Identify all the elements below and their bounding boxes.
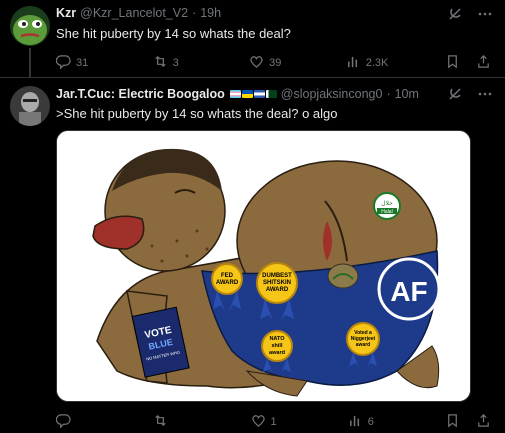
- repost-count: 3: [172, 57, 179, 69]
- display-name[interactable]: Jar.T.Cuc: Electric Boogaloo: [56, 87, 225, 101]
- svg-text:DUMBEST: DUMBEST: [262, 273, 292, 279]
- like-icon: [249, 54, 264, 72]
- avatar[interactable]: [10, 6, 50, 46]
- separator: ·: [386, 87, 391, 101]
- separator: ·: [192, 6, 197, 20]
- svg-text:Halal: Halal: [381, 209, 392, 215]
- like-icon: [251, 413, 266, 431]
- flag-ukraine-icon: [241, 90, 253, 98]
- handle[interactable]: @Kzr_Lancelot_V2: [80, 6, 188, 20]
- handle[interactable]: @slopjaksincong0: [281, 87, 383, 101]
- tweet-media-image[interactable]: VOTE BLUE NO MATTER WHO حلال Halal AF FE…: [56, 130, 471, 402]
- svg-text:NATO: NATO: [269, 336, 285, 342]
- like-count: 39: [269, 57, 282, 69]
- reply-icon: [55, 54, 71, 72]
- repost-button[interactable]: 3: [153, 54, 193, 72]
- views-icon: [346, 54, 361, 72]
- svg-text:award: award: [269, 350, 285, 356]
- af-logo: AF: [377, 257, 441, 321]
- action-bar: 31 3 39 2.3K: [55, 54, 491, 72]
- bookmark-icon[interactable]: [445, 54, 460, 72]
- halal-badge: حلال Halal: [373, 192, 401, 220]
- tweet-1[interactable]: Kzr @Kzr_Lancelot_V2 · 19h She hit puber…: [0, 0, 505, 78]
- grok-icon[interactable]: [447, 86, 463, 107]
- grok-icon[interactable]: [447, 6, 463, 27]
- svg-text:حلال: حلال: [381, 200, 393, 207]
- views-count: 6: [367, 416, 374, 428]
- repost-icon: [153, 54, 168, 72]
- reply-count: 31: [76, 57, 89, 69]
- flag-blue-white-icon: [253, 90, 265, 98]
- repost-button[interactable]: [153, 413, 193, 431]
- timestamp[interactable]: 10m: [395, 87, 419, 101]
- views-count: 2.3K: [365, 57, 389, 69]
- tweet-header: Jar.T.Cuc: Electric Boogaloo @slopjaksin…: [56, 87, 419, 101]
- flag-pakistan-icon: [265, 90, 277, 98]
- tweet-text: >She hit puberty by 14 so whats the deal…: [56, 106, 338, 121]
- more-icon[interactable]: [477, 86, 493, 107]
- svg-text:FED: FED: [221, 273, 234, 279]
- svg-text:SHITSKIN: SHITSKIN: [263, 280, 291, 286]
- share-icon[interactable]: [476, 413, 491, 431]
- like-button[interactable]: 1: [251, 413, 291, 431]
- action-bar: 1 6: [55, 413, 491, 431]
- svg-text:AF: AF: [390, 276, 427, 307]
- reply-button[interactable]: [55, 413, 96, 431]
- display-name[interactable]: Kzr: [56, 6, 76, 20]
- like-button[interactable]: 39: [249, 54, 289, 72]
- tweet-2[interactable]: Jar.T.Cuc: Electric Boogaloo @slopjaksin…: [0, 78, 505, 433]
- like-count: 1: [270, 416, 277, 428]
- avatar[interactable]: [10, 86, 50, 126]
- views-icon: [348, 413, 363, 431]
- flag-trans-icon: [229, 90, 241, 98]
- bookmark-icon[interactable]: [445, 413, 460, 431]
- repost-icon: [153, 413, 168, 431]
- share-icon[interactable]: [476, 54, 491, 72]
- views-button[interactable]: 6: [348, 413, 388, 431]
- tweet-top-actions: [447, 86, 493, 107]
- mexico-eagle-emblem: [327, 263, 359, 289]
- svg-text:AWARD: AWARD: [266, 287, 289, 293]
- thread-line: [29, 48, 31, 78]
- tweet-text: She hit puberty by 14 so whats the deal?: [56, 26, 291, 41]
- reply-icon: [55, 413, 71, 431]
- svg-text:award: award: [356, 342, 370, 348]
- timestamp[interactable]: 19h: [200, 6, 221, 20]
- name-flag-emojis: [229, 90, 277, 98]
- tweet-top-actions: [447, 6, 493, 27]
- more-icon[interactable]: [477, 6, 493, 27]
- reply-button[interactable]: 31: [55, 54, 96, 72]
- svg-text:shill: shill: [271, 343, 282, 349]
- views-button[interactable]: 2.3K: [346, 54, 389, 72]
- svg-text:AWARD: AWARD: [216, 280, 239, 286]
- tweet-header: Kzr @Kzr_Lancelot_V2 · 19h: [56, 6, 221, 20]
